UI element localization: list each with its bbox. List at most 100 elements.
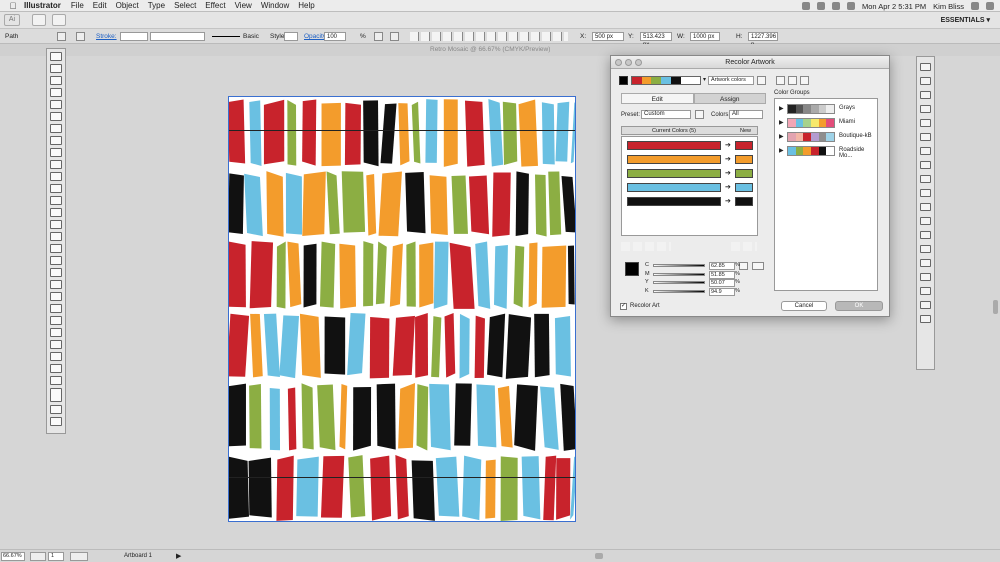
mosaic-tile[interactable]	[296, 456, 319, 517]
harmony-color-swatch[interactable]	[632, 77, 642, 84]
eyedropper-tool-icon[interactable]	[50, 292, 62, 301]
x-field[interactable]: 500 px	[592, 32, 624, 41]
mosaic-tile[interactable]	[263, 99, 285, 165]
artboard-number-field[interactable]: 1	[48, 552, 64, 561]
color-group-swatch[interactable]	[811, 147, 819, 155]
dialog-title-bar[interactable]: Recolor Artwork	[611, 56, 889, 69]
mosaic-tile[interactable]	[541, 245, 567, 308]
gradient-tool-icon[interactable]	[50, 280, 62, 289]
mosaic-tile[interactable]	[380, 103, 397, 164]
arrow-icon[interactable]: ➔	[725, 169, 731, 178]
color-group-row[interactable]: ▶ Miami	[777, 117, 877, 129]
mosaic-tile[interactable]	[344, 102, 362, 166]
mosaic-tile[interactable]	[548, 171, 562, 236]
zoom-tool-icon[interactable]	[50, 376, 62, 385]
mosaic-tile[interactable]	[317, 384, 336, 451]
magic-wand-tool-icon[interactable]	[50, 76, 62, 85]
opentype-panel-icon[interactable]	[920, 217, 931, 225]
current-color-bar[interactable]	[627, 183, 721, 192]
mosaic-tile[interactable]	[515, 171, 529, 237]
paintbrush-tool-icon[interactable]	[50, 148, 62, 157]
mosaic-tile[interactable]	[395, 455, 409, 520]
mosaic-tile[interactable]	[341, 171, 366, 233]
harmony-colors-strip[interactable]	[631, 76, 701, 85]
swatches-panel-icon[interactable]	[920, 119, 931, 127]
color-group-swatch[interactable]	[788, 147, 796, 155]
mosaic-tile[interactable]	[378, 171, 402, 237]
mosaic-tile[interactable]	[431, 316, 442, 378]
expand-triangle-icon[interactable]: ▶	[779, 133, 784, 140]
user-name[interactable]: Kim Bliss	[933, 2, 964, 11]
horizontal-scrollbar[interactable]	[595, 553, 603, 559]
eraser-tool-icon[interactable]	[50, 184, 62, 193]
arrow-icon[interactable]: ➔	[725, 197, 731, 206]
line-tool-icon[interactable]	[50, 124, 62, 133]
mosaic-tile[interactable]	[528, 242, 538, 308]
brushes-panel-icon[interactable]	[920, 161, 931, 169]
mosaic-tile[interactable]	[560, 383, 575, 451]
mosaic-tile[interactable]	[534, 313, 550, 378]
mosaic-tile[interactable]	[518, 99, 538, 167]
color-group-swatch[interactable]	[826, 119, 835, 127]
mosaic-tile[interactable]	[459, 313, 470, 379]
rotate-tool-icon[interactable]	[50, 196, 62, 205]
pathfinder-panel-icon[interactable]	[920, 245, 931, 253]
color-mode-menu-icon[interactable]	[739, 262, 748, 270]
mosaic-tile[interactable]	[321, 102, 341, 167]
color-group-swatch[interactable]	[803, 119, 812, 127]
mosaic-tile[interactable]	[416, 384, 429, 451]
wifi-icon[interactable]	[831, 2, 840, 10]
expand-triangle-icon[interactable]: ▶	[779, 147, 784, 154]
selection-tool-icon[interactable]	[50, 52, 62, 61]
hand-tool-icon[interactable]	[50, 364, 62, 373]
tab-edit[interactable]: Edit	[621, 93, 694, 104]
mosaic-tile[interactable]	[468, 175, 490, 235]
mosaic-tile[interactable]	[433, 241, 449, 309]
mosaic-tile[interactable]	[464, 100, 485, 167]
mosaic-tile[interactable]	[229, 173, 244, 234]
mosaic-tile[interactable]	[229, 383, 246, 447]
color-group-swatches[interactable]	[787, 104, 835, 114]
pencil-tool-icon[interactable]	[50, 160, 62, 169]
bridge-icon[interactable]	[32, 14, 46, 26]
mosaic-tile[interactable]	[319, 241, 336, 308]
mosaic-tile[interactable]	[505, 314, 532, 379]
slice-tool-icon[interactable]	[50, 352, 62, 361]
mosaic-tile[interactable]	[320, 455, 345, 518]
variable-width-profile[interactable]	[150, 32, 205, 41]
get-colors-from-art-icon[interactable]	[757, 76, 766, 85]
mosaic-tile[interactable]	[363, 100, 379, 167]
mosaic-tile[interactable]	[249, 384, 262, 449]
fill-swatch[interactable]	[57, 32, 66, 41]
properties-panel-icon[interactable]	[920, 91, 931, 99]
mosaic-tile[interactable]	[419, 242, 434, 308]
mosaic-tile[interactable]	[514, 384, 538, 451]
mosaic-tile[interactable]	[369, 316, 390, 379]
new-color-swatch[interactable]	[735, 141, 753, 150]
mosaic-tile[interactable]	[299, 313, 321, 378]
color-group-swatch[interactable]	[795, 119, 804, 127]
symbols-panel-icon[interactable]	[920, 175, 931, 183]
blend-tool-icon[interactable]	[50, 304, 62, 313]
mosaic-tile[interactable]	[443, 99, 458, 167]
apple-icon[interactable]: 	[6, 1, 20, 11]
symbol-sprayer-tool-icon[interactable]	[50, 316, 62, 325]
color-group-name-field[interactable]: Artwork colors	[708, 76, 754, 85]
mosaic-tile[interactable]	[521, 456, 541, 520]
first-prev-artboard-buttons[interactable]	[30, 552, 46, 561]
color-group-swatch[interactable]	[818, 119, 827, 127]
mosaic-tile[interactable]	[302, 171, 326, 237]
appearance-panel-icon[interactable]	[920, 259, 931, 267]
menu-file[interactable]: File	[71, 1, 84, 10]
mosaic-tile[interactable]	[535, 174, 547, 237]
color-mode-buttons[interactable]	[731, 242, 757, 251]
swatch-library-icon[interactable]	[752, 262, 764, 270]
draw-mode-icon[interactable]	[50, 405, 62, 414]
mosaic-tile[interactable]	[485, 459, 496, 519]
paragraph-panel-icon[interactable]	[920, 203, 931, 211]
merge-separate-buttons[interactable]	[621, 242, 671, 251]
mosaic-tile[interactable]	[541, 102, 555, 165]
character-panel-icon[interactable]	[920, 189, 931, 197]
stroke-panel-icon[interactable]	[920, 147, 931, 155]
mosaic-tile[interactable]	[347, 313, 366, 376]
